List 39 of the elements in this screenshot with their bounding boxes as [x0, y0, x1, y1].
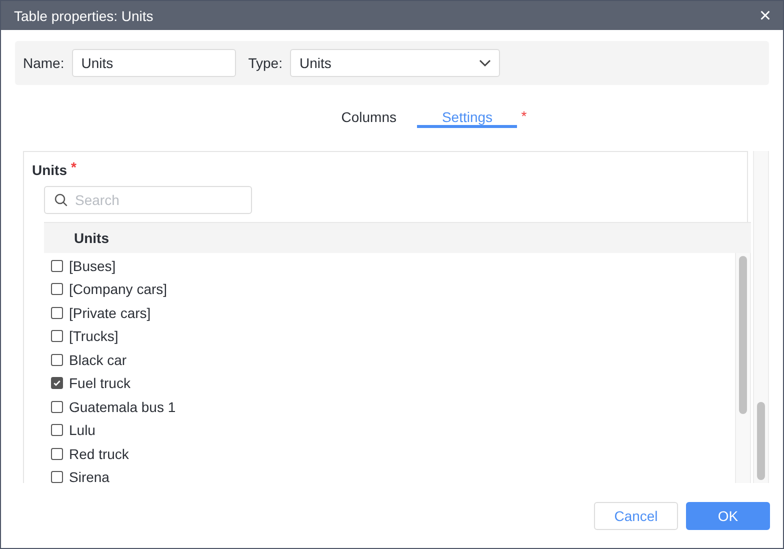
checkbox[interactable] — [51, 260, 63, 272]
checkbox[interactable] — [51, 354, 63, 366]
search-field[interactable]: Search — [44, 186, 252, 214]
checkbox[interactable] — [51, 330, 63, 342]
tab[interactable]: Columns — [317, 109, 418, 128]
type-dropdown[interactable]: Units — [290, 49, 500, 77]
checkbox[interactable] — [51, 424, 63, 436]
unit-name: Black car — [69, 352, 127, 368]
ok-button[interactable]: OK — [686, 502, 770, 530]
required-mark: * — [71, 159, 76, 175]
window-title: Table properties: Units — [14, 8, 154, 24]
unit-name: Red truck — [69, 446, 129, 462]
checkbox[interactable] — [51, 306, 63, 319]
required-mark: * — [521, 108, 527, 124]
type-label: Type: — [248, 55, 282, 71]
name-field[interactable]: Units — [72, 49, 236, 77]
unit-name: Lulu — [69, 422, 96, 438]
unit-name: Guatemala bus 1 — [69, 398, 176, 415]
close-button[interactable]: × — [759, 6, 771, 26]
checkbox[interactable] — [51, 377, 63, 390]
list-scrollbar[interactable] — [735, 253, 751, 483]
chevron-down-icon — [479, 59, 492, 67]
checkbox[interactable] — [51, 400, 63, 413]
units-label: Units — [32, 162, 67, 178]
tab[interactable]: Settings — [417, 109, 518, 128]
unit-name: [Trucks] — [69, 328, 118, 344]
name-label: Name: — [23, 55, 64, 71]
unit-name: [Buses] — [69, 258, 116, 274]
checkmark-icon — [53, 379, 61, 388]
cancel-button[interactable]: Cancel — [594, 502, 678, 530]
unit-name: [Company cars] — [69, 281, 168, 298]
unit-name: Fuel truck — [69, 375, 130, 392]
checkbox[interactable] — [51, 283, 63, 296]
checkbox[interactable] — [51, 448, 63, 460]
unit-name: [Private cars] — [69, 304, 151, 321]
column-header: Units — [44, 222, 751, 253]
unit-name: Sirena — [69, 469, 110, 486]
panel-scrollbar[interactable] — [753, 151, 769, 483]
checkbox[interactable] — [51, 471, 63, 484]
